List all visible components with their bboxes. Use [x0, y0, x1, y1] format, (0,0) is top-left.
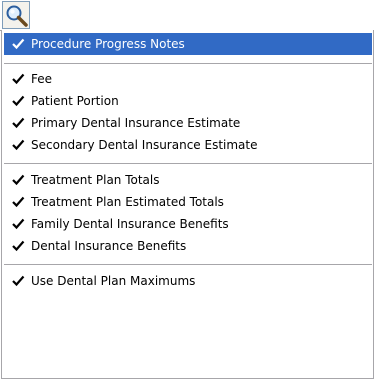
- checkmark-icon: [12, 73, 25, 85]
- menu-item-family-dental-insurance-benefits[interactable]: Family Dental Insurance Benefits: [4, 213, 372, 235]
- checkmark-icon: [12, 174, 25, 186]
- menu-item-fee[interactable]: Fee: [4, 68, 372, 90]
- menu-item-use-dental-plan-maximums[interactable]: Use Dental Plan Maximums: [4, 270, 372, 292]
- checkmark-icon: [12, 218, 25, 230]
- column-options-menu: Procedure Progress Notes Fee Patient Por…: [1, 30, 374, 379]
- toolbar: [0, 0, 374, 31]
- menu-item-label: Fee: [31, 72, 53, 86]
- menu-item-label: Secondary Dental Insurance Estimate: [31, 138, 258, 152]
- checkmark-icon: [12, 240, 25, 252]
- menu-separator: [4, 163, 372, 164]
- zoom-button[interactable]: [2, 1, 30, 29]
- menu-item-treatment-plan-totals[interactable]: Treatment Plan Totals: [4, 169, 372, 191]
- checkmark-icon: [12, 275, 25, 287]
- menu-item-label: Patient Portion: [31, 94, 119, 108]
- menu-item-patient-portion[interactable]: Patient Portion: [4, 90, 372, 112]
- menu-item-label: Treatment Plan Totals: [31, 173, 160, 187]
- magnifier-icon: [6, 5, 28, 27]
- menu-item-secondary-dental-insurance-estimate[interactable]: Secondary Dental Insurance Estimate: [4, 134, 372, 156]
- checkmark-icon: [12, 95, 25, 107]
- menu-item-label: Dental Insurance Benefits: [31, 239, 187, 253]
- checkmark-icon: [12, 139, 25, 151]
- menu-item-label: Procedure Progress Notes: [31, 37, 185, 51]
- menu-item-dental-insurance-benefits[interactable]: Dental Insurance Benefits: [4, 235, 372, 257]
- menu-separator: [4, 264, 372, 265]
- menu-item-label: Family Dental Insurance Benefits: [31, 217, 229, 231]
- menu-item-label: Treatment Plan Estimated Totals: [31, 195, 224, 209]
- checkmark-icon: [12, 38, 25, 50]
- menu-item-primary-dental-insurance-estimate[interactable]: Primary Dental Insurance Estimate: [4, 112, 372, 134]
- menu-item-label: Primary Dental Insurance Estimate: [31, 116, 241, 130]
- menu-item-label: Use Dental Plan Maximums: [31, 274, 196, 288]
- menu-separator: [4, 63, 372, 64]
- checkmark-icon: [12, 117, 25, 129]
- menu-item-treatment-plan-estimated-totals[interactable]: Treatment Plan Estimated Totals: [4, 191, 372, 213]
- menu-item-procedure-progress-notes[interactable]: Procedure Progress Notes: [4, 33, 372, 55]
- checkmark-icon: [12, 196, 25, 208]
